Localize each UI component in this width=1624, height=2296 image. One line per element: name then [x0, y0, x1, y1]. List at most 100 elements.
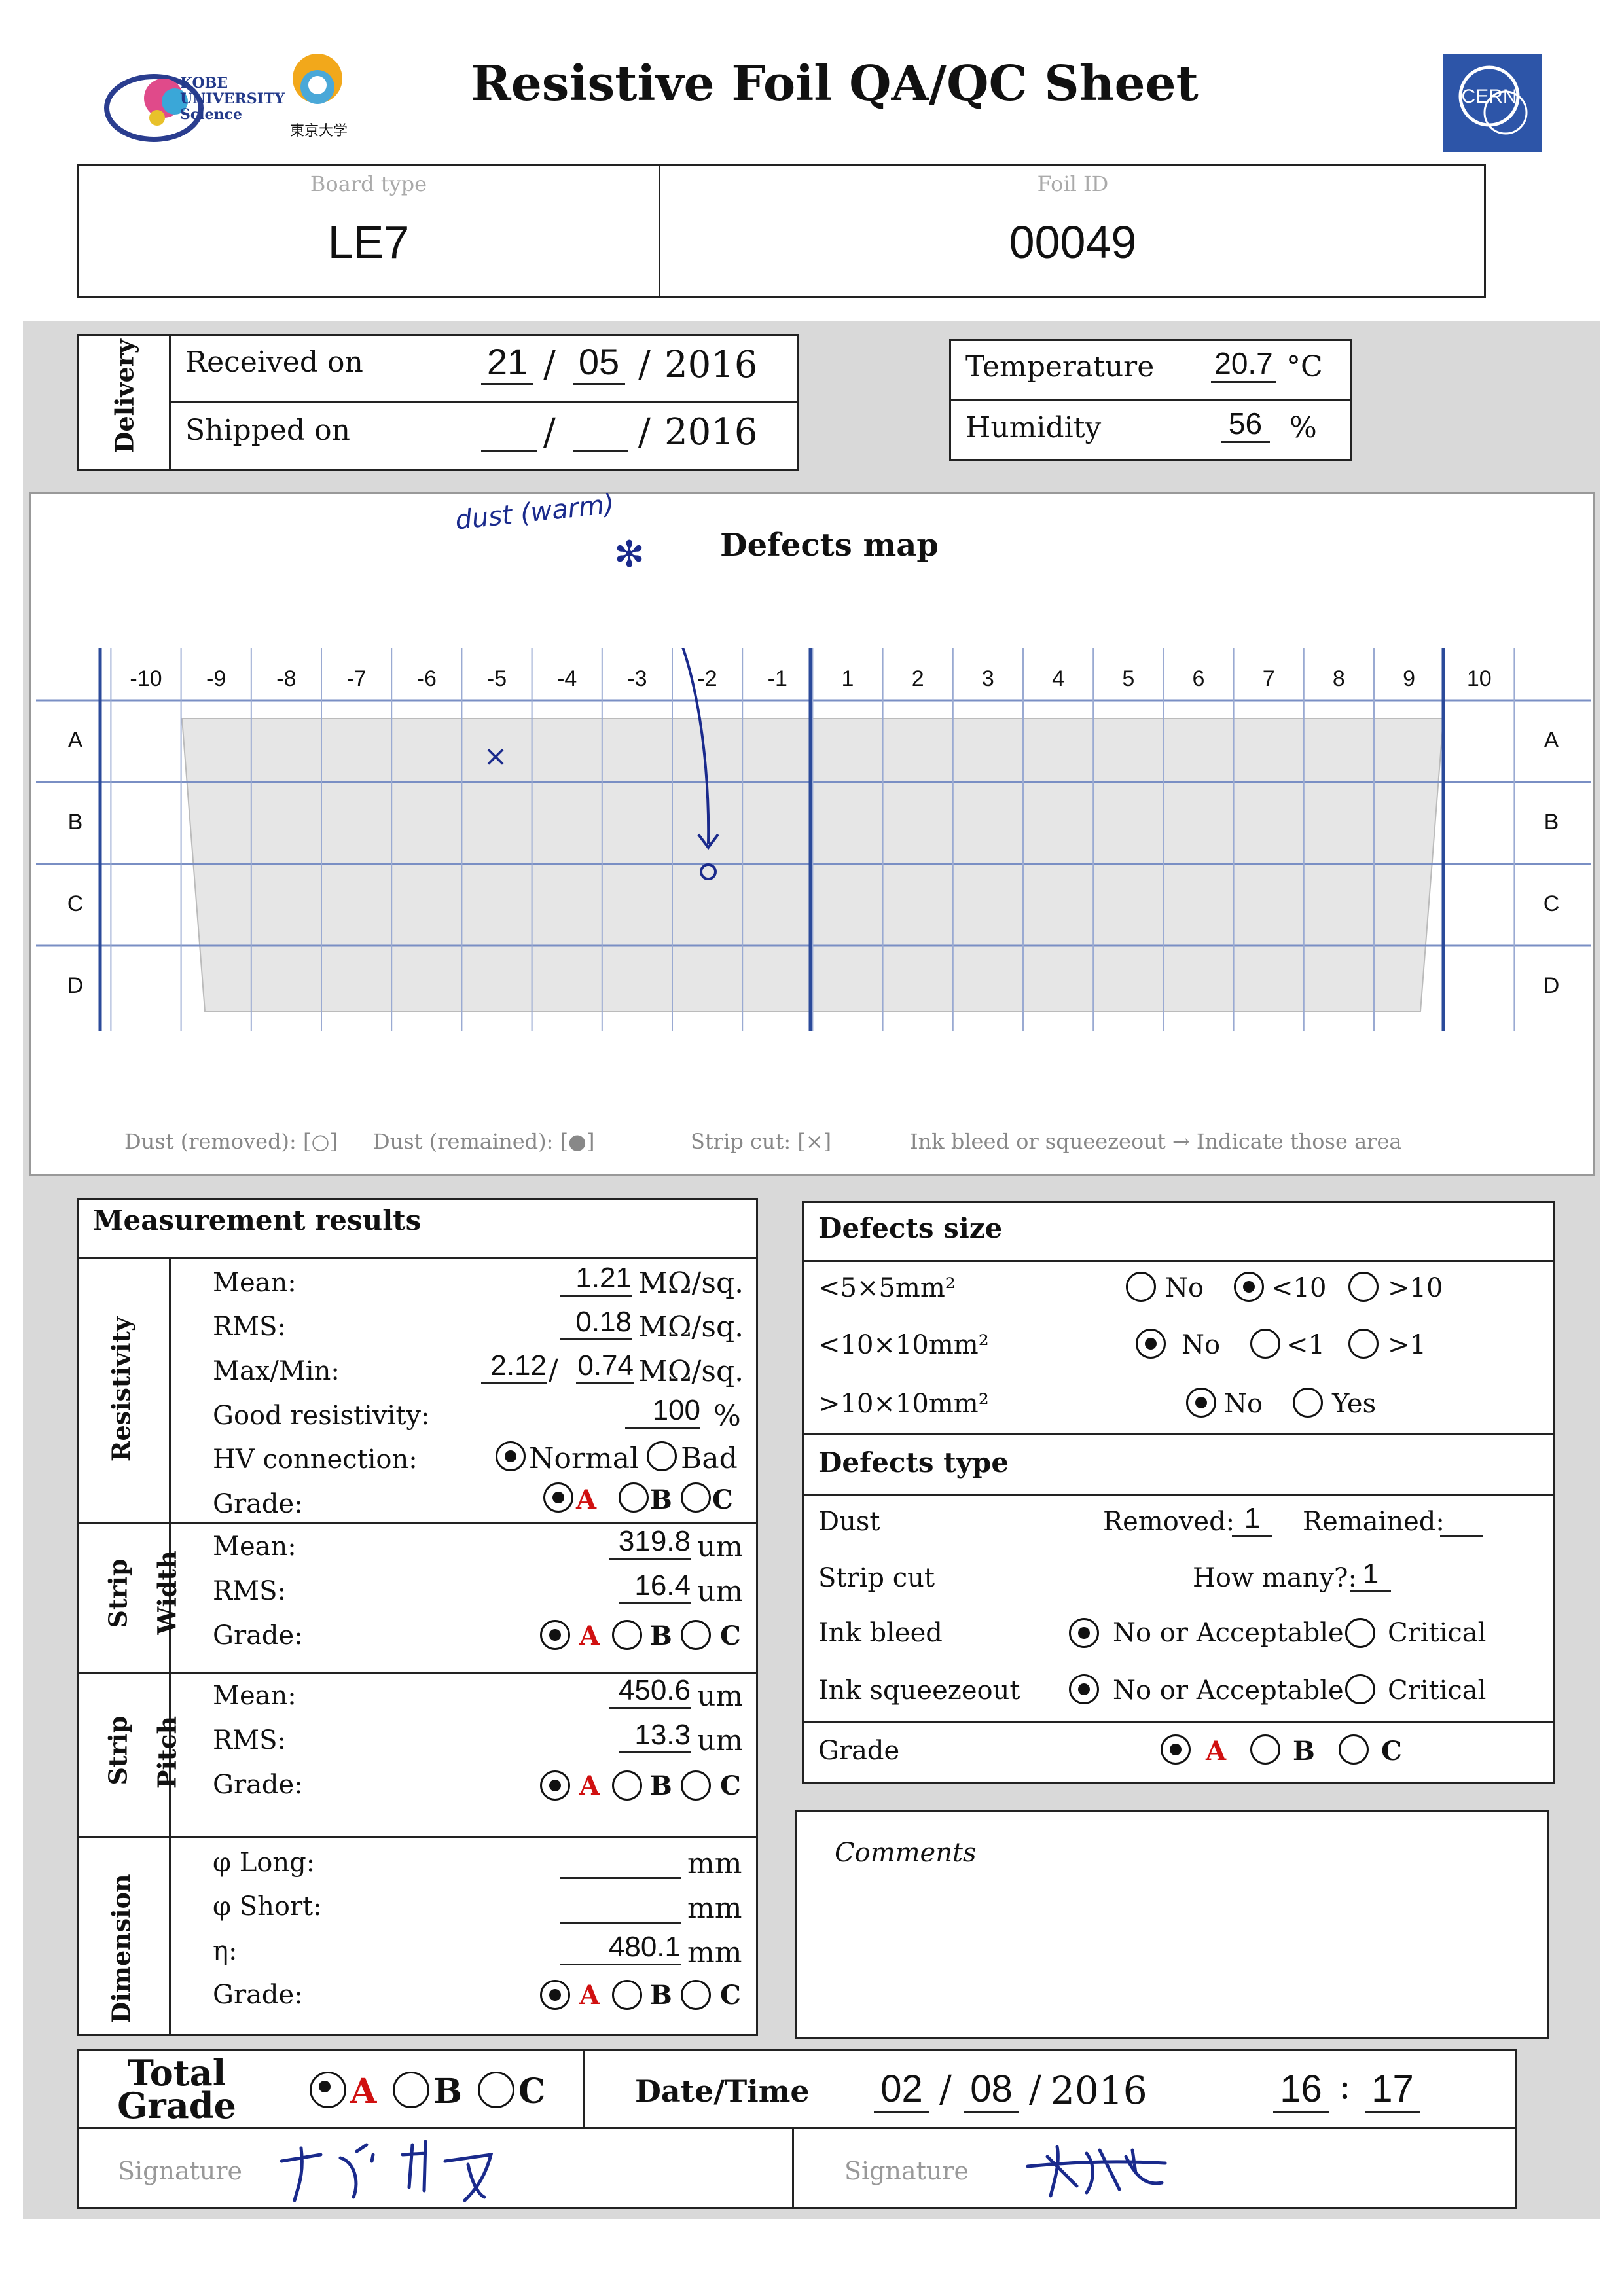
- strip-cut-mark: ×: [484, 740, 508, 773]
- res-mean-value[interactable]: 1.21: [560, 1262, 632, 1297]
- map-column-label: -1: [767, 666, 787, 691]
- total-grade-b-label: B: [433, 2072, 462, 2111]
- size-row2-no-label: No: [1182, 1330, 1221, 1360]
- res-grade-a-radio[interactable]: [543, 1482, 573, 1513]
- size-row1-lt10-radio[interactable]: [1234, 1272, 1264, 1302]
- res-min-value[interactable]: 0.74: [576, 1350, 634, 1384]
- dim-eta-unit: mm: [687, 1936, 742, 1969]
- cern-logo: CERN: [1443, 54, 1542, 152]
- ink-bleed-ok-radio[interactable]: [1069, 1618, 1099, 1648]
- dim-phi-long-value[interactable]: [560, 1846, 681, 1879]
- res-grade-c-radio[interactable]: [681, 1482, 711, 1513]
- signature-2[interactable]: [1021, 2137, 1178, 2202]
- dust-annotation-star: ✻: [614, 533, 645, 576]
- humidity-value[interactable]: 56: [1221, 406, 1270, 443]
- size-row2-gt1-radio[interactable]: [1348, 1329, 1379, 1359]
- res-good-value[interactable]: 100: [625, 1394, 700, 1429]
- size-row3-yes-radio[interactable]: [1293, 1388, 1323, 1418]
- hv-bad-radio[interactable]: [647, 1441, 677, 1471]
- res-mean-unit: MΩ/sq.: [638, 1266, 744, 1300]
- humidity-label: Humidity: [965, 411, 1102, 444]
- sw-grade-c-label: C: [720, 1621, 741, 1651]
- map-column-label: -9: [206, 666, 226, 691]
- sw-grade-a-radio[interactable]: [540, 1620, 570, 1650]
- dim-grade-a-radio[interactable]: [540, 1980, 570, 2010]
- hv-normal-radio[interactable]: [496, 1441, 526, 1471]
- type-remained-value[interactable]: [1440, 1504, 1483, 1537]
- measurement-divider-1: [77, 1257, 758, 1259]
- dim-grade-c-radio[interactable]: [681, 1980, 711, 2010]
- sp-rms-value[interactable]: 13.3: [619, 1719, 691, 1753]
- total-grade-b-radio[interactable]: [393, 2072, 429, 2108]
- total-grade-a-radio[interactable]: [310, 2072, 346, 2108]
- total-divider-1: [583, 2049, 585, 2127]
- temperature-value[interactable]: 20.7: [1211, 346, 1276, 383]
- size-row1-no-radio[interactable]: [1126, 1272, 1156, 1302]
- dim-grade-c-label: C: [720, 1980, 741, 2011]
- ink-bleed-critical-radio[interactable]: [1345, 1618, 1375, 1648]
- received-month[interactable]: 05: [573, 340, 625, 385]
- date-day[interactable]: 02: [874, 2067, 929, 2113]
- defects-type-title: Defects type: [818, 1446, 1009, 1479]
- map-row-label-right: B: [1543, 810, 1559, 834]
- type-removed-value[interactable]: 1: [1232, 1502, 1272, 1537]
- time-hour[interactable]: 16: [1273, 2067, 1329, 2113]
- cern-logo-text: CERN: [1461, 86, 1517, 107]
- ink-squeeze-critical-radio[interactable]: [1345, 1674, 1375, 1704]
- sw-mean-value[interactable]: 319.8: [609, 1525, 691, 1560]
- ink-squeeze-ok-label: No or Acceptable: [1113, 1676, 1344, 1706]
- sp-grade-b-radio[interactable]: [612, 1770, 642, 1801]
- defects-grade-c-label: C: [1381, 1736, 1402, 1767]
- board-type-value[interactable]: LE7: [79, 216, 659, 268]
- defects-size-divider: [802, 1260, 1555, 1262]
- size-row1-label: <5×5mm²: [818, 1273, 956, 1303]
- size-row1-gt10-radio[interactable]: [1348, 1272, 1379, 1302]
- type-dust-label: Dust: [818, 1507, 880, 1537]
- defects-grade-label: Grade: [818, 1736, 900, 1766]
- type-how-many-value[interactable]: 1: [1350, 1558, 1391, 1592]
- shipped-month[interactable]: [573, 412, 628, 452]
- shipped-label: Shipped on: [185, 414, 350, 447]
- date-month[interactable]: 08: [964, 2067, 1019, 2113]
- sw-rms-value[interactable]: 16.4: [619, 1570, 691, 1604]
- shipped-day[interactable]: [481, 412, 537, 452]
- res-maxmin-sep: /: [549, 1354, 558, 1387]
- sw-grade-c-radio[interactable]: [681, 1620, 711, 1650]
- dim-phi-short-value[interactable]: [560, 1890, 681, 1924]
- res-max-value[interactable]: 2.12: [481, 1350, 547, 1384]
- sp-mean-value[interactable]: 450.6: [609, 1674, 691, 1709]
- total-grade-a-label: A: [350, 2072, 377, 2111]
- map-row-label-right: C: [1543, 891, 1560, 916]
- size-row2-lt1-radio[interactable]: [1250, 1329, 1280, 1359]
- sw-grade-b-radio[interactable]: [612, 1620, 642, 1650]
- dim-eta-value[interactable]: 480.1: [560, 1931, 681, 1965]
- ink-squeeze-ok-radio[interactable]: [1069, 1674, 1099, 1704]
- size-row3-no-label: No: [1224, 1389, 1263, 1419]
- time-minute[interactable]: 17: [1365, 2067, 1420, 2113]
- size-row2-no-radio[interactable]: [1136, 1329, 1166, 1359]
- dim-grade-b-radio[interactable]: [612, 1980, 642, 2010]
- res-rms-unit: MΩ/sq.: [638, 1310, 744, 1344]
- size-row2-gt1-label: >1: [1388, 1330, 1426, 1360]
- defects-grade-divider: [802, 1721, 1555, 1723]
- time-sep: :: [1339, 2065, 1351, 2108]
- signature-1[interactable]: [275, 2135, 511, 2207]
- measurement-divider-2: [77, 1522, 758, 1524]
- received-day[interactable]: 21: [481, 340, 533, 385]
- map-column-label: 8: [1332, 666, 1345, 691]
- defects-grade-c-radio[interactable]: [1339, 1734, 1369, 1765]
- res-grade-b-radio[interactable]: [619, 1482, 649, 1513]
- shipped-year[interactable]: 2016: [664, 411, 758, 454]
- total-grade-c-radio[interactable]: [478, 2072, 514, 2108]
- map-column-label: -7: [346, 666, 367, 691]
- sp-grade-c-radio[interactable]: [681, 1770, 711, 1801]
- received-year[interactable]: 2016: [664, 344, 758, 386]
- defects-grade-a-radio[interactable]: [1161, 1734, 1191, 1765]
- foil-id-value[interactable]: 00049: [661, 216, 1485, 268]
- defects-grade-b-radio[interactable]: [1250, 1734, 1280, 1765]
- size-row3-no-radio[interactable]: [1186, 1388, 1216, 1418]
- res-rms-value[interactable]: 0.18: [560, 1306, 632, 1340]
- map-column-label: -6: [416, 666, 437, 691]
- date-year[interactable]: 2016: [1051, 2068, 1147, 2113]
- sp-grade-a-radio[interactable]: [540, 1770, 570, 1801]
